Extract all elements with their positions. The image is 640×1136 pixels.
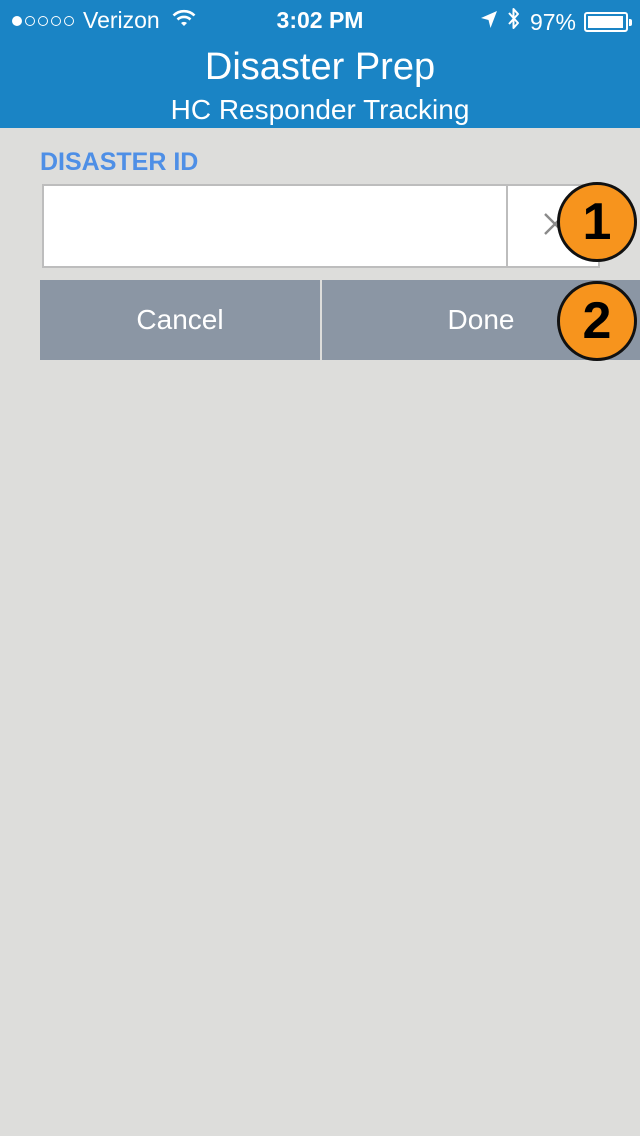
page-title: Disaster Prep <box>204 46 436 88</box>
bluetooth-icon <box>506 6 522 38</box>
action-button-row: Cancel Done <box>40 280 640 360</box>
disaster-id-input[interactable] <box>44 186 506 266</box>
page-subtitle: HC Responder Tracking <box>170 94 470 125</box>
cancel-button[interactable]: Cancel <box>40 280 320 360</box>
disaster-id-field-container <box>42 184 600 268</box>
status-right: 97% <box>480 6 632 38</box>
battery-percent: 97% <box>529 8 576 35</box>
battery-icon <box>584 12 632 32</box>
callout-badge-2: 2 <box>557 281 637 361</box>
location-arrow-icon <box>480 9 498 36</box>
status-bar: Verizon 3:02 PM 97% <box>0 0 640 40</box>
disaster-id-label: DISASTER ID <box>40 148 199 176</box>
callout-badge-1: 1 <box>557 182 637 262</box>
app-header: Disaster Prep HC Responder Tracking <box>0 40 640 128</box>
battery-fill <box>588 16 623 28</box>
